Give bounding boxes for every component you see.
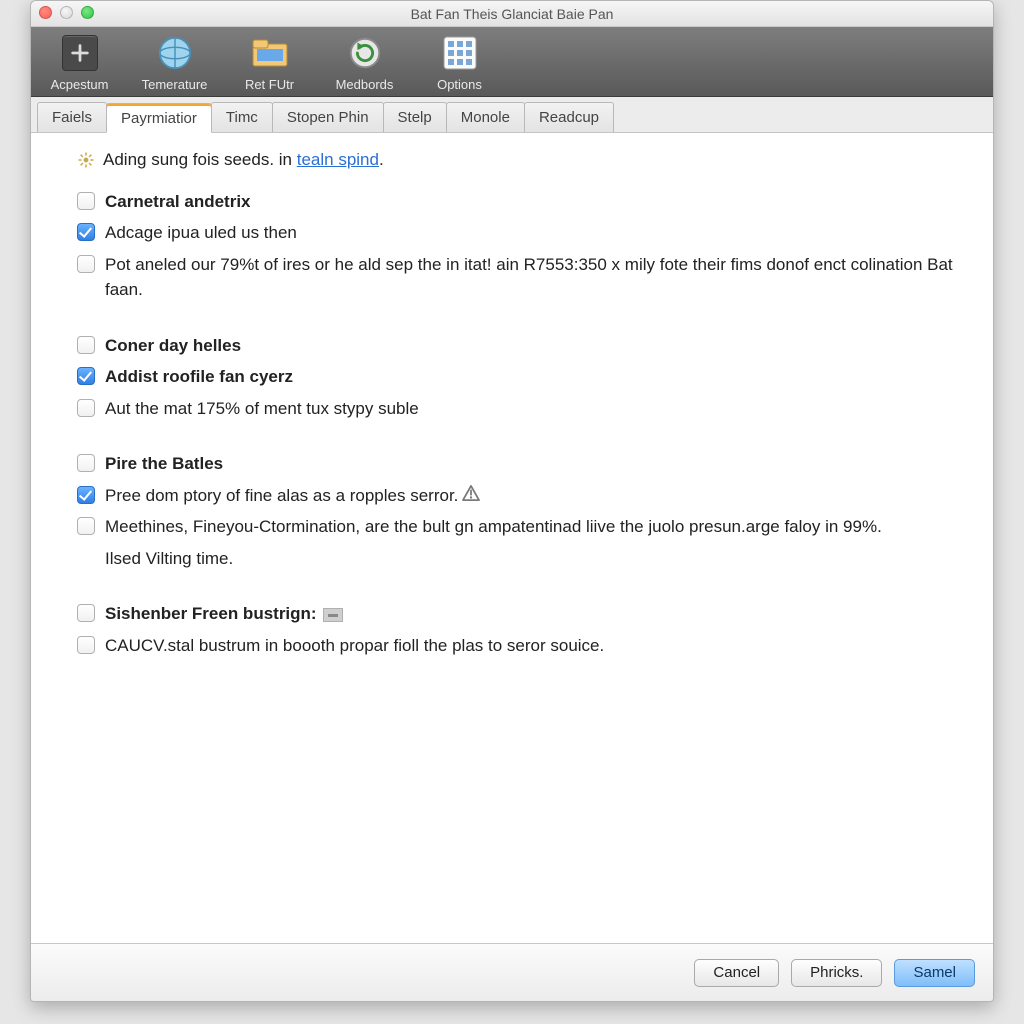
toolbar-label: Ret FUtr	[245, 77, 294, 92]
info-link[interactable]: tealn spind	[297, 150, 379, 169]
toolbar-medbords[interactable]: Medbords	[322, 33, 407, 92]
samel-button[interactable]: Samel	[894, 959, 975, 987]
option-label: Aut the mat 175% of ment tux stypy suble	[105, 396, 973, 422]
checkbox[interactable]	[77, 192, 95, 210]
globe-icon	[155, 33, 195, 73]
refresh-icon	[345, 33, 385, 73]
tab-label: Faiels	[52, 109, 92, 126]
tab-stopen-phin[interactable]: Stopen Phin	[272, 102, 384, 132]
tab-label: Timc	[226, 109, 258, 126]
checkbox[interactable]	[77, 517, 95, 535]
option-row: Ilsed Vilting time.	[77, 546, 973, 572]
toolbar-acpestum[interactable]: Acpestum	[37, 33, 122, 92]
option-label: Meethines, Fineyou-Ctormination, are the…	[105, 514, 973, 540]
tab-label: Stelp	[398, 109, 432, 126]
option-row: Aut the mat 175% of ment tux stypy suble	[77, 396, 973, 422]
checkbox[interactable]	[77, 399, 95, 417]
toolbar-options[interactable]: Options	[417, 33, 502, 92]
info-row: Ading sung fois seeds. in tealn spind.	[77, 147, 973, 173]
group-header: Carnetral andetrix	[77, 189, 973, 215]
tab-stelp[interactable]: Stelp	[383, 102, 447, 132]
checkbox[interactable]	[77, 336, 95, 354]
tab-label: Stopen Phin	[287, 109, 369, 126]
toolbar-label: Options	[437, 77, 482, 92]
toolbar-label: Acpestum	[51, 77, 109, 92]
group-header: Sishenber Freen bustrign:	[77, 601, 973, 627]
window-title: Bat Fan Theis Glanciat Baie Pan	[411, 6, 614, 22]
preferences-window: Bat Fan Theis Glanciat Baie Pan Acpestum…	[30, 0, 994, 1002]
option-label: Pot aneled our 79%t of ires or he ald se…	[105, 252, 973, 303]
cancel-button[interactable]: Cancel	[694, 959, 779, 987]
group-header: Pire the Batles	[77, 451, 973, 477]
option-label: Adcage ipua uled us then	[105, 220, 973, 246]
tab-timc[interactable]: Timc	[211, 102, 273, 132]
info-suffix: .	[379, 150, 384, 169]
dialog-footer: Cancel Phricks. Samel	[31, 943, 993, 1001]
group-title: Carnetral andetrix	[105, 189, 973, 215]
group-title: Coner day helles	[105, 333, 973, 359]
tab-label: Payrmiatior	[121, 110, 197, 127]
gear-icon	[77, 151, 95, 169]
plus-icon	[60, 33, 100, 73]
checkbox[interactable]	[77, 223, 95, 241]
checkbox[interactable]	[77, 486, 95, 504]
checkbox[interactable]	[77, 367, 95, 385]
toolbar-label: Medbords	[336, 77, 394, 92]
window-titlebar[interactable]: Bat Fan Theis Glanciat Baie Pan	[31, 1, 993, 27]
toolbar: Acpestum Temerature Ret FUtr Medbords Option…	[31, 27, 993, 97]
folder-icon	[250, 33, 290, 73]
option-row: Adcage ipua uled us then	[77, 220, 973, 246]
tab-strip: Faiels Payrmiatior Timc Stopen Phin Stelp Mon…	[31, 97, 993, 133]
option-row: Pree dom ptory of fine alas as a ropples…	[77, 483, 973, 509]
group-title: Sishenber Freen bustrign:	[105, 601, 973, 627]
option-row: Meethines, Fineyou-Ctormination, are the…	[77, 514, 973, 540]
toolbar-temerature[interactable]: Temerature	[132, 33, 217, 92]
checkbox[interactable]	[77, 636, 95, 654]
group-title: Pire the Batles	[105, 451, 973, 477]
tab-label: Readcup	[539, 109, 599, 126]
toolbar-label: Temerature	[142, 77, 208, 92]
option-row: Pot aneled our 79%t of ires or he ald se…	[77, 252, 973, 303]
minimize-window-button[interactable]	[60, 6, 73, 19]
info-prefix: Ading sung fois seeds. in	[103, 150, 297, 169]
toolbar-ret-futr[interactable]: Ret FUtr	[227, 33, 312, 92]
close-window-button[interactable]	[39, 6, 52, 19]
option-label: Addist roofile fan cyerz	[105, 364, 973, 390]
dash-icon	[323, 608, 343, 622]
tab-payrmiatior[interactable]: Payrmiatior	[106, 103, 212, 133]
group-header: Coner day helles	[77, 333, 973, 359]
option-row: CAUCV.stal bustrum in boooth propar fiol…	[77, 633, 973, 659]
checkbox[interactable]	[77, 454, 95, 472]
tab-faiels[interactable]: Faiels	[37, 102, 107, 132]
grid-icon	[440, 33, 480, 73]
window-controls	[39, 6, 94, 19]
checkbox[interactable]	[77, 604, 95, 622]
checkbox[interactable]	[77, 255, 95, 273]
tab-label: Monole	[461, 109, 510, 126]
option-text: Ilsed Vilting time.	[105, 546, 973, 572]
tab-content: Ading sung fois seeds. in tealn spind. C…	[51, 141, 973, 935]
info-text: Ading sung fois seeds. in tealn spind.	[103, 147, 384, 173]
warning-icon	[462, 483, 480, 509]
option-label: CAUCV.stal bustrum in boooth propar fiol…	[105, 633, 973, 659]
tab-readcup[interactable]: Readcup	[524, 102, 614, 132]
phricks-button[interactable]: Phricks.	[791, 959, 882, 987]
option-row: Addist roofile fan cyerz	[77, 364, 973, 390]
tab-monole[interactable]: Monole	[446, 102, 525, 132]
option-label: Pree dom ptory of fine alas as a ropples…	[105, 483, 973, 509]
zoom-window-button[interactable]	[81, 6, 94, 19]
